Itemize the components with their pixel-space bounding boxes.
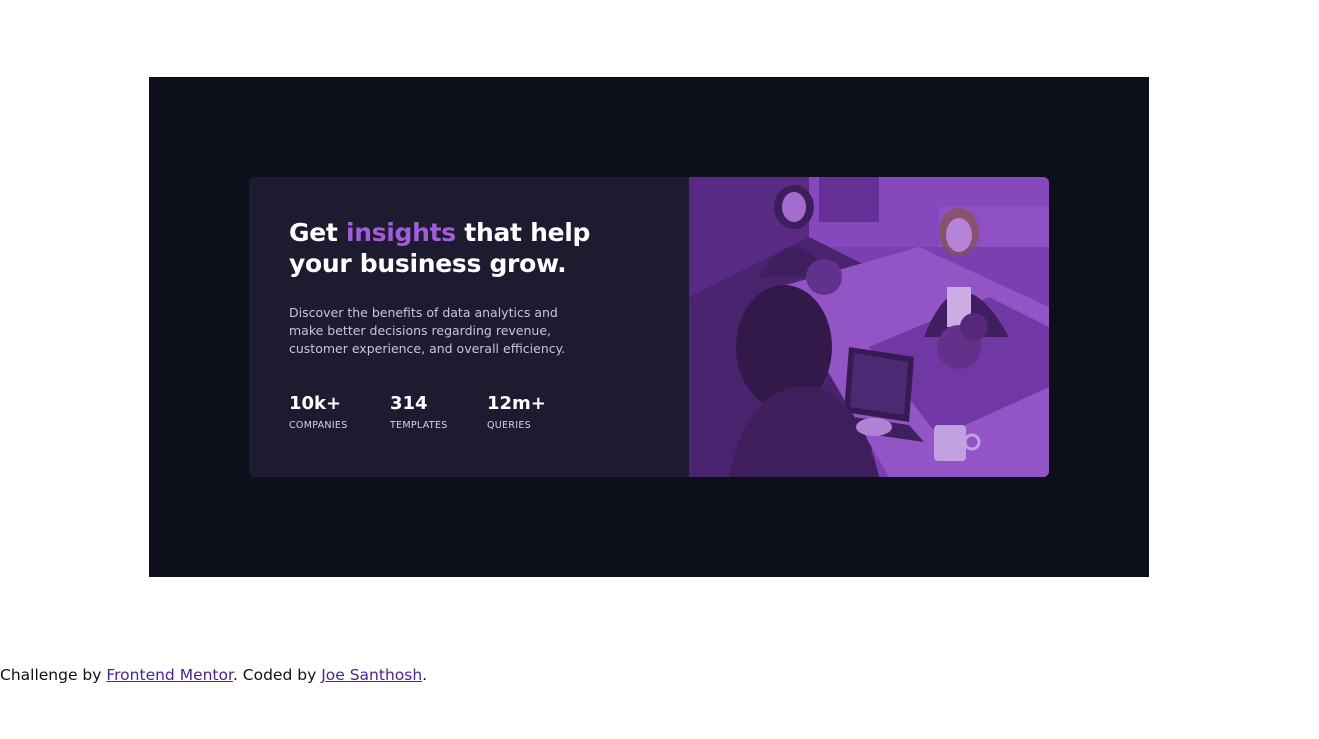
frontend-mentor-link[interactable]: Frontend Mentor (106, 666, 233, 684)
headline-part1: Get (289, 218, 346, 247)
attribution-prefix: Challenge by (0, 666, 107, 684)
stat-label: COMPANIES (289, 420, 348, 431)
main-stage: Get insights that help your business grow… (149, 77, 1149, 577)
stat-label: TEMPLATES (390, 420, 448, 431)
header-image (689, 177, 1049, 477)
stats-preview-card: Get insights that help your business grow… (249, 177, 1049, 477)
card-content: Get insights that help your business grow… (289, 217, 609, 358)
card-description: Discover the benefits of data analytics … (289, 305, 566, 356)
stat-value: 12m+ (487, 393, 546, 414)
card-headline: Get insights that help your business grow… (289, 217, 609, 279)
stat-companies: 10k+ COMPANIES (289, 392, 348, 432)
stat-value: 314 (390, 393, 428, 414)
stat-value: 10k+ (289, 393, 342, 414)
office-photo-illustration (689, 177, 1049, 477)
attribution-middle: . Coded by (232, 666, 322, 684)
attribution-suffix: . (422, 666, 428, 684)
headline-part2: that help (455, 218, 591, 247)
headline-line2: your business grow. (289, 249, 567, 278)
attribution-footer: Challenge by Frontend Mentor. Coded by J… (0, 666, 427, 684)
author-link[interactable]: Joe Santhosh (321, 666, 422, 684)
stat-queries: 12m+ QUERIES (487, 392, 546, 432)
stat-templates: 314 TEMPLATES (390, 392, 448, 432)
stat-label: QUERIES (487, 420, 531, 431)
headline-accent: insights (345, 218, 456, 247)
